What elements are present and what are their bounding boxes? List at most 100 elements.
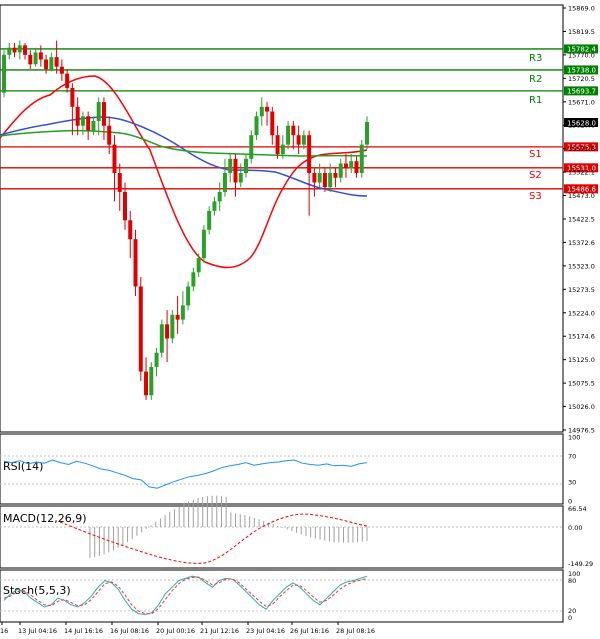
candle-body — [65, 73, 70, 88]
rsi-tick-label: 70 — [568, 453, 576, 461]
candle-body — [128, 220, 133, 240]
candle-body — [112, 144, 117, 174]
candle-body — [270, 111, 275, 136]
price-tick-label: 15869.0 — [568, 5, 595, 13]
price-tick-label: 15224.0 — [568, 309, 595, 317]
price-tick-label: 15819.5 — [568, 28, 595, 36]
rsi-tick-label: 100 — [568, 434, 580, 442]
price-tick-label: 15125.0 — [568, 356, 595, 364]
current-price-label: 15628.0 — [567, 120, 596, 128]
candle-body — [349, 161, 354, 169]
candle-body — [59, 66, 64, 74]
candle-body — [207, 210, 212, 230]
level-name-s3: S3 — [529, 191, 542, 202]
price-tick-label: 15372.6 — [568, 239, 595, 247]
price-tick-label: 15026.0 — [568, 403, 595, 411]
time-tick-label: 23 Jul 04:16 — [246, 627, 285, 635]
candle-body — [265, 106, 270, 112]
candle-body — [159, 324, 164, 353]
candle-body — [175, 314, 180, 320]
candle-body — [317, 173, 322, 183]
candle-body — [296, 135, 301, 145]
level-name-s1: S1 — [529, 149, 542, 160]
candle-body — [307, 135, 312, 174]
candle-body — [7, 47, 12, 55]
candle-body — [80, 116, 85, 126]
level-name-s2: S2 — [529, 170, 542, 181]
price-tick-label: 15473.0 — [568, 192, 595, 200]
candle-body — [2, 54, 6, 93]
candle-body — [233, 158, 238, 183]
level-name-r3: R3 — [529, 53, 542, 64]
level-name-r1: R1 — [529, 95, 542, 106]
macd-tick-label: 0.00 — [568, 524, 582, 532]
candle-body — [38, 52, 43, 60]
price-tick-label: 15770.0 — [568, 51, 595, 59]
candle-body — [186, 286, 191, 306]
level-price-label: 15693.7 — [567, 87, 596, 95]
candle-body — [275, 135, 280, 155]
candle-body — [301, 135, 306, 145]
candle-body — [101, 102, 106, 126]
candle-body — [333, 173, 338, 178]
candle-body — [12, 47, 17, 53]
candle-body — [322, 173, 327, 188]
candle-body — [170, 314, 175, 339]
candle-body — [96, 102, 101, 122]
candle-body — [23, 45, 28, 55]
candle-body — [138, 286, 143, 372]
candle-body — [222, 173, 227, 192]
level-price-label: 15738.0 — [567, 66, 596, 74]
price-tick-label: 15075.5 — [568, 380, 595, 388]
candle-body — [28, 54, 33, 65]
rsi-tick-label: 30 — [568, 478, 576, 486]
stoch-tick-label: 0 — [568, 614, 572, 622]
candle-body — [238, 173, 243, 183]
time-tick-label: 14 Jul 16:16 — [64, 627, 103, 635]
candle-body — [365, 121, 369, 145]
candle-body — [149, 366, 154, 396]
candle-body — [259, 106, 264, 117]
candle-body — [280, 144, 285, 155]
candle-body — [249, 135, 254, 159]
candle-body — [212, 201, 217, 211]
price-tick-label: 15720.5 — [568, 75, 595, 83]
candle-body — [123, 191, 127, 221]
macd-title: MACD(12,26,9) — [3, 512, 87, 525]
candle-body — [54, 57, 59, 67]
price-tick-label: 15273.5 — [568, 286, 595, 294]
candle-body — [217, 191, 222, 202]
candle-body — [144, 371, 149, 396]
time-tick-label: 13 Jul 04:16 — [18, 627, 57, 635]
price-tick-label: 15323.0 — [568, 262, 595, 270]
candle-body — [86, 116, 91, 131]
time-tick-label: 26 Jul 16:16 — [290, 627, 329, 635]
price-tick-label: 15571.6 — [568, 145, 595, 153]
candle-body — [196, 258, 201, 273]
candle-body — [33, 52, 38, 65]
candle-body — [17, 45, 22, 53]
candle-body — [165, 324, 170, 339]
candle-body — [154, 352, 159, 367]
candle-body — [343, 163, 348, 169]
candle-body — [312, 173, 317, 183]
candle-body — [359, 144, 364, 174]
candle-body — [91, 121, 96, 131]
time-tick-label: 20 Jul 00:16 — [156, 627, 195, 635]
macd-tick-label: 66.54 — [568, 505, 587, 513]
candle-body — [354, 161, 359, 174]
time-tick-label: 16 Jul 08:16 — [110, 627, 149, 635]
time-tick-label: 16 — [0, 627, 8, 635]
candle-body — [107, 125, 112, 145]
candle-body — [291, 125, 296, 136]
candle-body — [286, 125, 291, 145]
candle-body — [228, 158, 233, 174]
candle-body — [75, 106, 80, 126]
candle-body — [44, 59, 49, 69]
candle-body — [133, 239, 138, 287]
candle-body — [49, 57, 54, 69]
candle-body — [338, 163, 343, 178]
macd-tick-label: -149.29 — [568, 560, 593, 568]
candle-body — [328, 173, 333, 188]
price-tick-label: 15671.0 — [568, 98, 595, 106]
